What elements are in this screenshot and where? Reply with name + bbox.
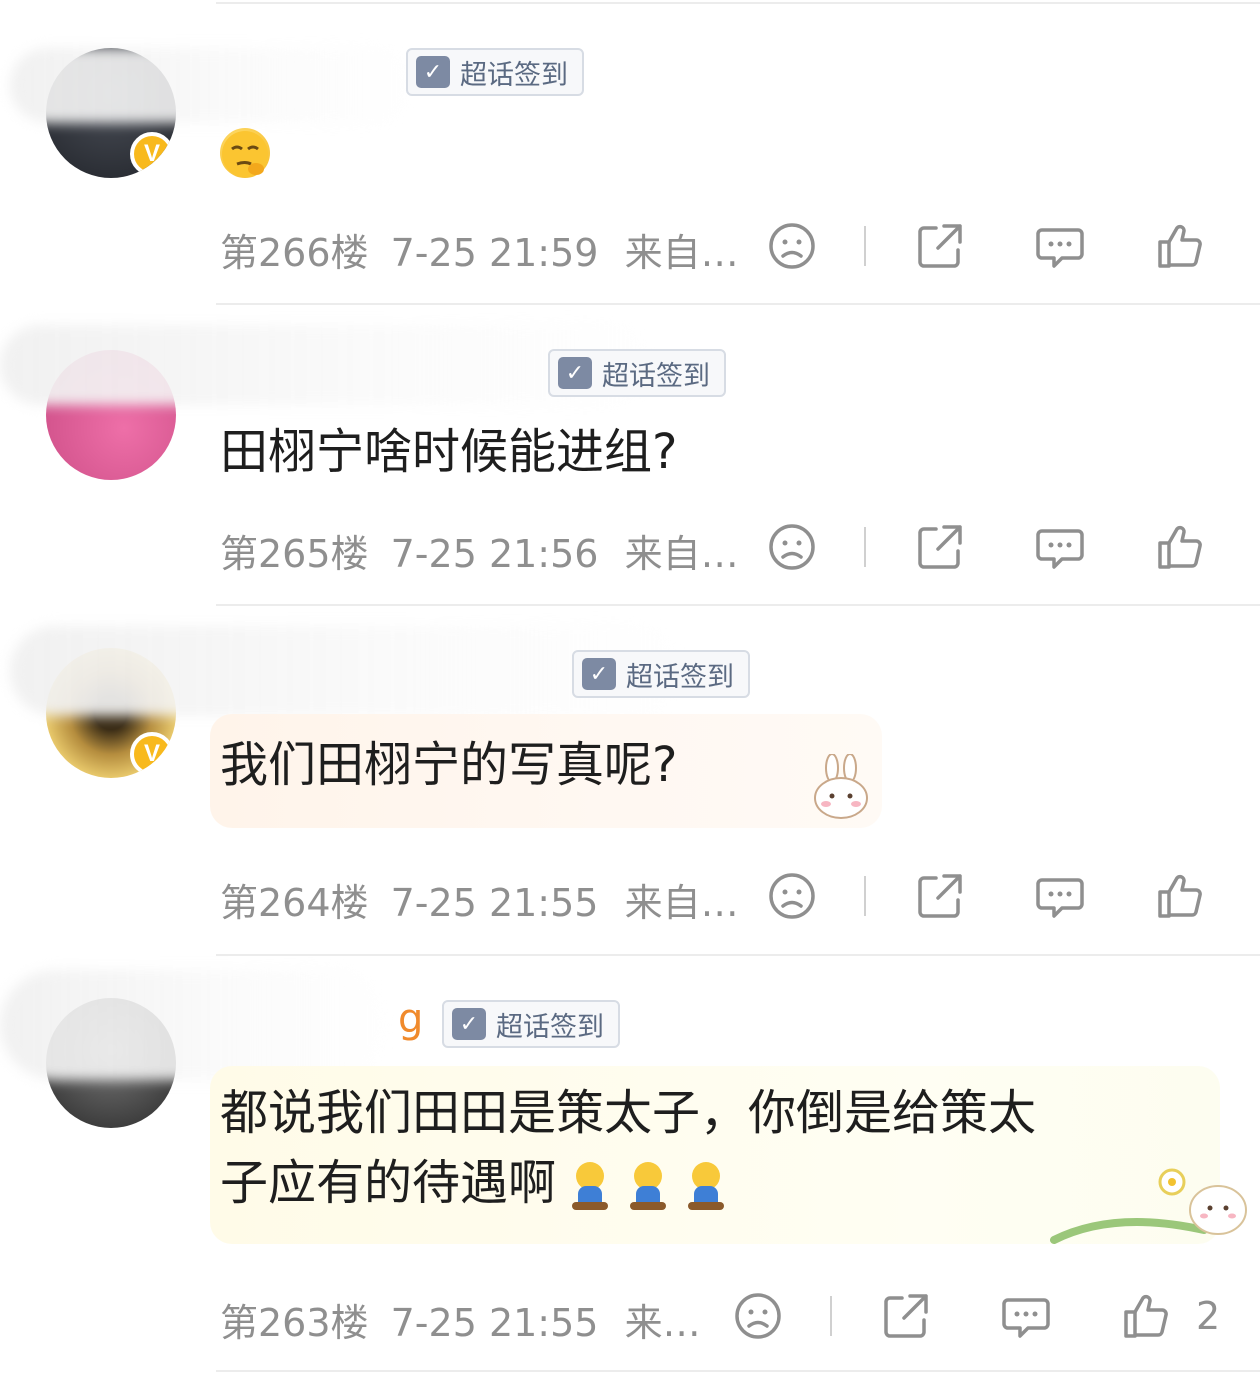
floor-number: 第263楼 <box>220 1301 369 1345</box>
divider <box>864 876 866 916</box>
floor-number: 第264楼 <box>220 881 369 925</box>
comment-text: 都说我们田田是策太子，你倒是给策太 子应有的待遇啊 <box>220 1078 1036 1218</box>
kneeling-person-emoji <box>682 1162 730 1210</box>
supertopic-checkin-badge: ✓ 超话签到 <box>572 650 750 698</box>
reply-icon[interactable] <box>1034 521 1086 573</box>
share-icon[interactable] <box>914 870 966 922</box>
badge-label: 超话签到 <box>460 59 568 91</box>
thinking-face-emoji <box>220 128 270 178</box>
comment-text-line-2: 子应有的待遇啊 <box>220 1155 557 1211</box>
comment-meta: 第265楼 7-25 21:56 来自… <box>220 523 739 578</box>
reply-icon[interactable] <box>1034 220 1086 272</box>
check-calendar-icon: ✓ <box>558 357 592 389</box>
reply-icon[interactable] <box>1000 1290 1052 1342</box>
floor-number: 第266楼 <box>220 231 369 275</box>
comment-text <box>220 115 270 185</box>
timestamp: 7-25 21:56 <box>390 532 599 576</box>
reply-icon[interactable] <box>1034 870 1086 922</box>
floor-number: 第265楼 <box>220 532 369 576</box>
flower-bunny-sticker-icon <box>1050 1168 1247 1244</box>
share-icon[interactable] <box>914 521 966 573</box>
badge-label: 超话签到 <box>496 1011 604 1043</box>
comment-text-line: 都说我们田田是策太子，你倒是给策太 <box>220 1085 1037 1141</box>
divider <box>830 1296 832 1336</box>
comment-item: g ✓ 超话签到 都说我们田田是策太子，你倒是给策太 子应有的待遇啊 第263楼… <box>0 956 1260 1400</box>
privacy-blur-mask <box>0 970 390 1080</box>
badge-label: 超话签到 <box>602 360 710 392</box>
like-icon[interactable] <box>1154 220 1206 272</box>
share-icon[interactable] <box>880 1290 932 1342</box>
verified-badge-icon: V <box>130 732 174 776</box>
like-icon[interactable] <box>1154 870 1206 922</box>
comment-item: V ✓ 超话签到 我们田栩宁的写真呢? 第264楼 7-25 21:55 来自… <box>0 606 1260 954</box>
timestamp: 7-25 21:55 <box>390 1301 599 1345</box>
username[interactable]: g <box>398 996 423 1042</box>
comment-item: ✓ 超话签到 田栩宁啥时候能进组? 第265楼 7-25 21:56 来自… <box>0 305 1260 605</box>
dislike-icon[interactable] <box>732 1290 784 1342</box>
check-calendar-icon: ✓ <box>582 658 616 690</box>
check-calendar-icon: ✓ <box>452 1008 486 1040</box>
comment-text-line: 子应有的待遇啊 <box>220 1148 1036 1218</box>
verified-badge-icon: V <box>130 132 174 176</box>
like-count: 2 <box>1196 1294 1221 1338</box>
kneeling-person-emoji <box>566 1162 614 1210</box>
kneeling-person-emoji <box>624 1162 672 1210</box>
comment-feed: V ✓ 超话签到 第266楼 7-25 21:59 来自… ✓ 超话签到 田栩宁… <box>0 0 1260 1400</box>
badge-label: 超话签到 <box>626 661 734 693</box>
share-icon[interactable] <box>914 220 966 272</box>
dislike-icon[interactable] <box>766 220 818 272</box>
timestamp: 7-25 21:55 <box>390 881 599 925</box>
divider <box>216 1370 1260 1372</box>
supertopic-checkin-badge: ✓ 超话签到 <box>442 1000 620 1048</box>
like-icon[interactable] <box>1120 1290 1172 1342</box>
privacy-blur-mask <box>10 48 415 123</box>
comment-text: 我们田栩宁的写真呢? <box>220 737 678 793</box>
comment-item: V ✓ 超话签到 第266楼 7-25 21:59 来自… <box>0 0 1260 305</box>
dislike-icon[interactable] <box>766 521 818 573</box>
comment-meta: 第264楼 7-25 21:55 来自… <box>220 872 739 927</box>
source[interactable]: 来… <box>625 1301 701 1345</box>
divider <box>864 527 866 567</box>
source[interactable]: 来自… <box>625 532 739 576</box>
comment-meta: 第266楼 7-25 21:59 来自… <box>220 222 739 277</box>
bunny-sticker-icon <box>814 754 868 819</box>
source[interactable]: 来自… <box>625 231 739 275</box>
timestamp: 7-25 21:59 <box>390 231 599 275</box>
supertopic-checkin-badge: ✓ 超话签到 <box>548 349 726 397</box>
comment-text: 田栩宁啥时候能进组? <box>220 424 678 480</box>
check-calendar-icon: ✓ <box>416 56 450 88</box>
divider <box>864 226 866 266</box>
comment-meta: 第263楼 7-25 21:55 来… <box>220 1292 701 1347</box>
supertopic-checkin-badge: ✓ 超话签到 <box>406 48 584 96</box>
like-icon[interactable] <box>1154 521 1206 573</box>
dislike-icon[interactable] <box>766 870 818 922</box>
source[interactable]: 来自… <box>625 881 739 925</box>
